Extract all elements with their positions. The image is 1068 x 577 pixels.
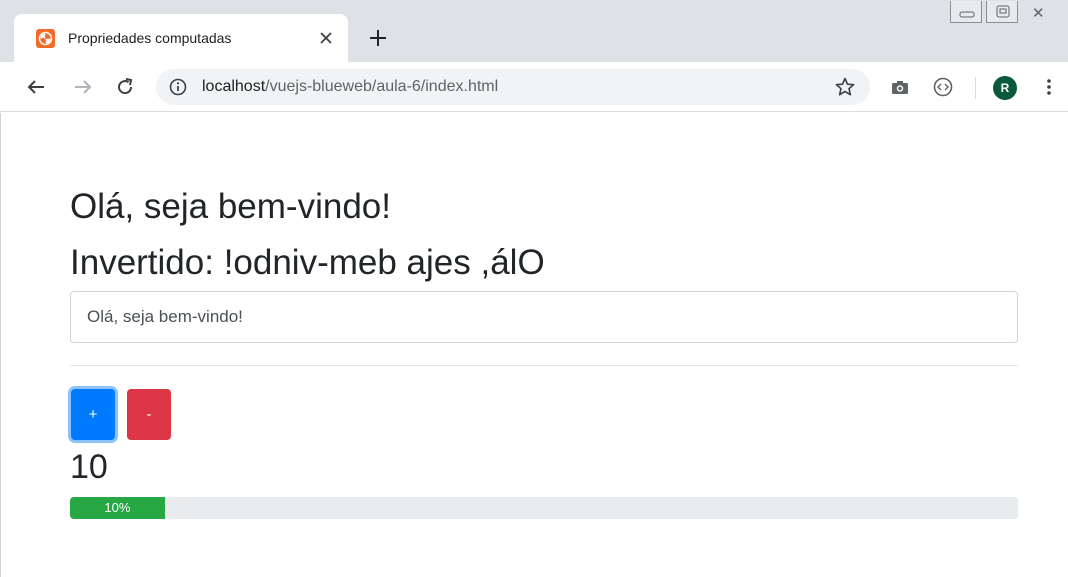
url-text[interactable]: localhost/vuejs-blueweb/aula-6/index.htm… [202, 78, 498, 96]
address-bar[interactable]: localhost/vuejs-blueweb/aula-6/index.htm… [156, 69, 870, 105]
extension-code-icon[interactable] [931, 75, 955, 99]
maximize-window-button[interactable] [986, 1, 1018, 23]
more-menu-icon[interactable] [1037, 75, 1061, 99]
progress-bar: 10% [70, 497, 165, 519]
forward-arrow-icon[interactable] [71, 75, 95, 99]
new-tab-icon[interactable] [364, 24, 392, 52]
browser-toolbar: localhost/vuejs-blueweb/aula-6/index.htm… [0, 62, 1068, 112]
url-host: localhost [202, 78, 266, 95]
divider [70, 365, 1018, 366]
reload-icon[interactable] [113, 75, 137, 99]
toolbar-separator [975, 77, 976, 99]
increment-button[interactable]: + [71, 389, 115, 440]
url-path: /vuejs-blueweb/aula-6/index.html [265, 78, 499, 95]
inverted-heading: Invertido: !odniv-meb ajes ,álO [70, 243, 545, 282]
viewport-border [0, 113, 1, 577]
decrement-button[interactable]: - [127, 389, 171, 440]
site-info-icon[interactable] [168, 77, 188, 97]
message-input[interactable] [70, 291, 1018, 343]
page-viewport: Olá, seja bem-vindo! Invertido: !odniv-m… [0, 113, 1068, 577]
progress-track: 10% [70, 497, 1018, 519]
camera-icon[interactable] [888, 75, 912, 99]
close-window-icon[interactable]: ✕ [1032, 4, 1045, 22]
window-controls [950, 0, 1068, 24]
bookmark-star-icon[interactable] [834, 76, 856, 98]
tab-strip: Propriedades computadas ✕ [0, 0, 1068, 62]
browser-tab[interactable]: Propriedades computadas [14, 14, 348, 62]
xampp-favicon-icon [36, 29, 55, 48]
back-arrow-icon[interactable] [24, 75, 48, 99]
counter-value: 10 [70, 448, 108, 486]
tab-close-icon[interactable] [314, 26, 338, 50]
minimize-window-button[interactable] [950, 1, 982, 23]
profile-avatar[interactable]: R [993, 76, 1017, 100]
greeting-heading: Olá, seja bem-vindo! [70, 187, 391, 226]
tab-title: Propriedades computadas [68, 30, 232, 46]
